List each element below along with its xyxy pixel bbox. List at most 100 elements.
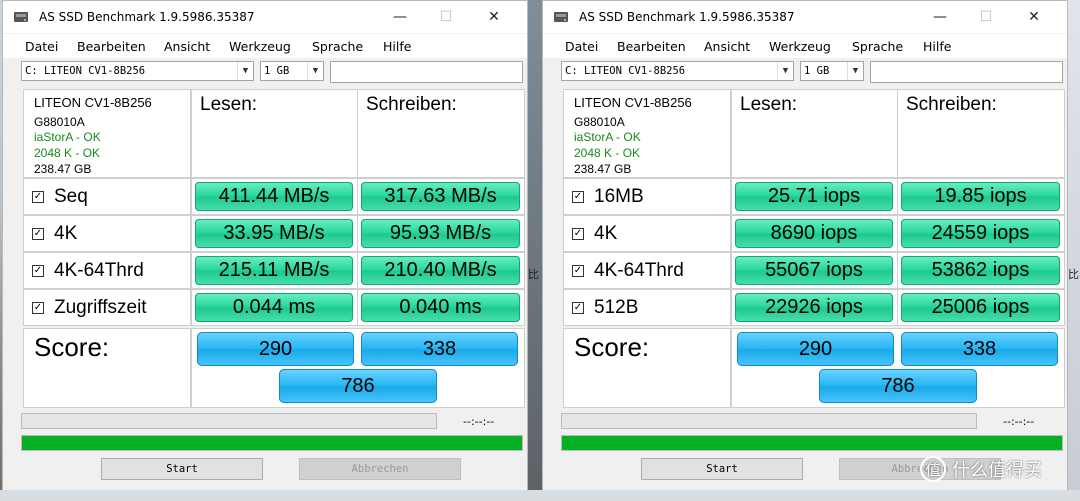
checkbox[interactable]: ✓ [32,227,44,240]
drive-select-value: C: LITEON CV1-8B256 [565,65,686,77]
menu-bearbeiten[interactable]: Bearbeiten [77,39,146,54]
test-name: 4K-64Thrd [594,259,684,281]
minimize-button[interactable]: — [917,1,963,33]
read-result-cell: 33.95 MB/s [191,215,358,252]
read-score: 290 [197,332,354,366]
read-result: 411.44 MB/s [195,182,353,211]
title-bar[interactable]: AS SSD Benchmark 1.9.5986.35387 — ☐ ✕ [3,1,527,33]
test-row-label[interactable]: ✓ 4K-64Thrd [23,252,191,289]
score-label-box: Score: [23,328,191,408]
read-result-cell: 22926 iops [731,289,898,326]
test-name: 16MB [594,185,644,207]
maximize-button[interactable]: ☐ [423,1,469,33]
checkbox[interactable]: ✓ [572,190,584,203]
chevron-down-icon: ▼ [847,62,863,80]
chevron-down-icon: ▼ [777,62,793,80]
start-button[interactable]: Start [101,458,263,480]
drive-info-panel: LITEON CV1-8B256 G88010A iaStorA - OK 20… [563,89,731,178]
menu-werkzeug[interactable]: Werkzeug [229,39,291,54]
write-result: 19.85 iops [901,182,1060,211]
size-select-value: 1 GB [804,65,830,77]
drive-info-panel: LITEON CV1-8B256 G88010A iaStorA - OK 20… [23,89,191,178]
benchmark-window-left: AS SSD Benchmark 1.9.5986.35387 — ☐ ✕ Da… [2,0,528,501]
title-bar[interactable]: AS SSD Benchmark 1.9.5986.35387 — ☐ ✕ [543,1,1067,33]
score-area: 290 338 786 [191,328,525,408]
progress-bar [21,413,437,429]
total-score: 786 [819,369,977,403]
size-select-value: 1 GB [264,65,290,77]
size-select[interactable]: 1 GB ▼ [800,61,864,81]
score-label: Score: [34,332,110,362]
drive-select[interactable]: C: LITEON CV1-8B256 ▼ [21,61,254,81]
write-result: 210.40 MB/s [361,256,520,285]
write-column-header: Schreiben: [357,89,525,178]
chevron-down-icon: ▼ [307,62,323,80]
menu-hilfe[interactable]: Hilfe [923,39,951,54]
test-name: 4K-64Thrd [54,259,144,281]
test-row-label[interactable]: ✓ 4K-64Thrd [563,252,731,289]
checkbox[interactable]: ✓ [32,190,44,203]
drive-select[interactable]: C: LITEON CV1-8B256 ▼ [561,61,794,81]
score-label: Score: [574,332,650,362]
size-select[interactable]: 1 GB ▼ [260,61,324,81]
write-result: 0.040 ms [361,293,520,322]
write-result: 24559 iops [901,219,1060,248]
results-grid: LITEON CV1-8B256 G88010A iaStorA - OK 20… [23,89,525,408]
watermark-text: 什么值得买 [952,460,1042,481]
close-button[interactable]: ✕ [1011,1,1057,33]
write-result: 53862 iops [901,256,1060,285]
checkbox[interactable]: ✓ [572,264,584,277]
desktop-background-right [1068,0,1080,501]
test-name: 4K [54,222,78,244]
test-row-label[interactable]: ✓ 512B [563,289,731,326]
read-result-cell: 25.71 iops [731,178,898,215]
maximize-button[interactable]: ☐ [963,1,1009,33]
close-button[interactable]: ✕ [471,1,517,33]
start-button[interactable]: Start [641,458,803,480]
menu-sprache[interactable]: Sprache [852,39,903,54]
write-score: 338 [361,332,518,366]
status-bar [561,435,1063,451]
total-score: 786 [279,369,437,403]
menu-sprache[interactable]: Sprache [312,39,363,54]
notes-input[interactable] [870,61,1063,83]
menu-hilfe[interactable]: Hilfe [383,39,411,54]
chevron-down-icon: ▼ [237,62,253,80]
firmware-version: G88010A [34,115,85,129]
minimize-button[interactable]: — [377,1,423,33]
write-result-cell: 53862 iops [897,252,1065,289]
write-score: 338 [901,332,1058,366]
checkbox[interactable]: ✓ [572,301,584,314]
write-result-cell: 24559 iops [897,215,1065,252]
read-column-header: Lesen: [191,89,358,178]
score-area: 290 338 786 [731,328,1065,408]
menu-datei[interactable]: Datei [565,39,598,54]
read-result: 25.71 iops [735,182,893,211]
menu-datei[interactable]: Datei [25,39,58,54]
notes-input[interactable] [330,61,523,83]
checkbox[interactable]: ✓ [572,227,584,240]
abort-button[interactable]: Abbrechen [299,458,461,480]
test-row-label[interactable]: ✓ Zugriffszeit [23,289,191,326]
test-row-label[interactable]: ✓ 4K [23,215,191,252]
test-row-label[interactable]: ✓ 16MB [563,178,731,215]
window-title: AS SSD Benchmark 1.9.5986.35387 [39,10,255,24]
write-result-cell: 210.40 MB/s [357,252,525,289]
menu-bearbeiten[interactable]: Bearbeiten [617,39,686,54]
checkbox[interactable]: ✓ [32,264,44,277]
read-result-cell: 55067 iops [731,252,898,289]
menu-werkzeug[interactable]: Werkzeug [769,39,831,54]
test-name: 4K [594,222,618,244]
test-name: Seq [54,185,88,207]
test-row-label[interactable]: ✓ Seq [23,178,191,215]
test-row-label[interactable]: ✓ 4K [563,215,731,252]
menu-ansicht[interactable]: Ansicht [164,39,210,54]
test-name: 512B [594,296,639,318]
checkbox[interactable]: ✓ [32,301,44,314]
menu-ansicht[interactable]: Ansicht [704,39,750,54]
write-result: 25006 iops [901,293,1060,322]
background-text: 比 [1068,269,1079,281]
read-result-cell: 215.11 MB/s [191,252,358,289]
drive-icon [554,12,568,22]
alignment-status: 2048 K - OK [574,146,641,160]
